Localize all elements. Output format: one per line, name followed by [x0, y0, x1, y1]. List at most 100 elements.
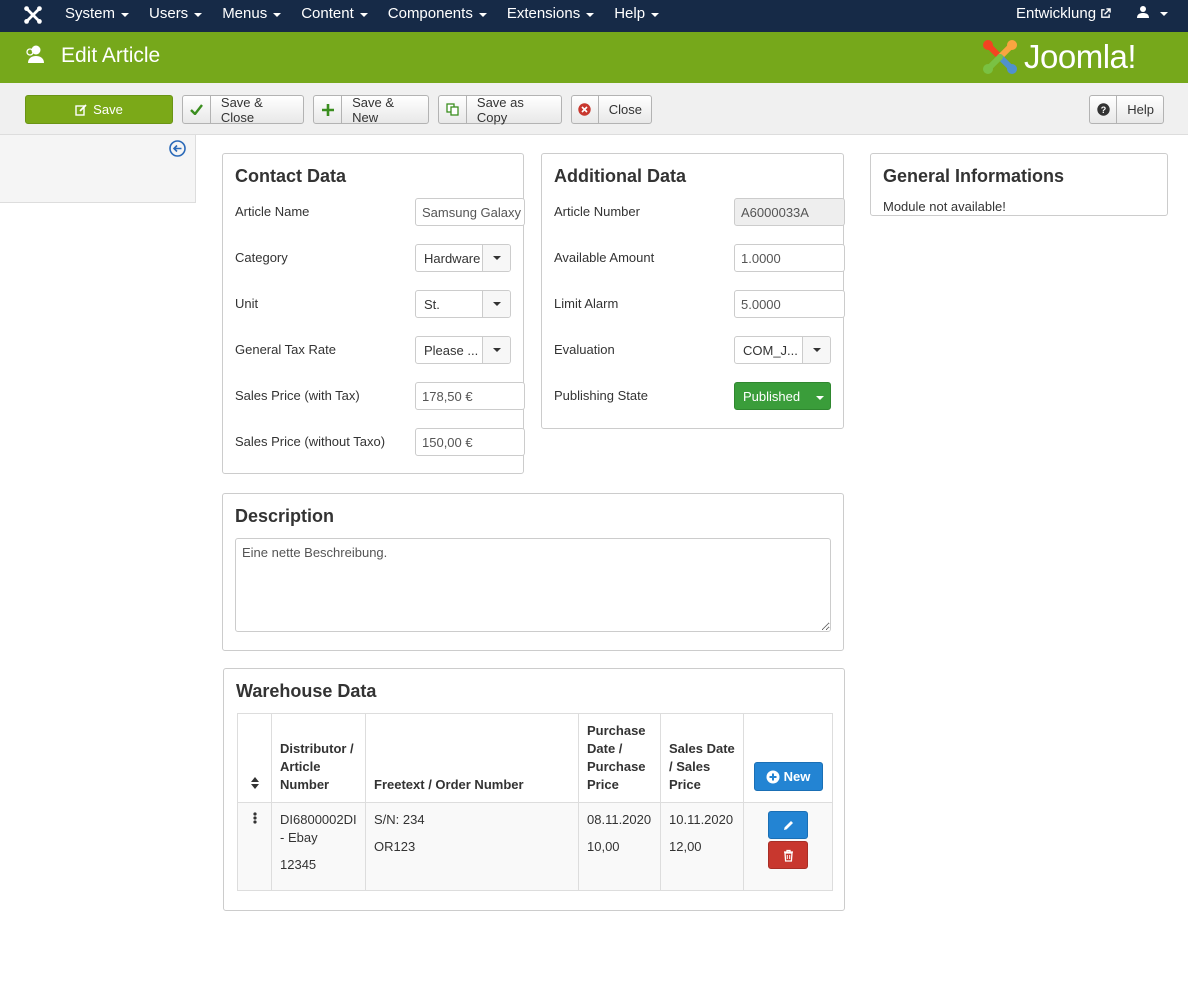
limit-alarm-label: Limit Alarm [554, 295, 619, 311]
publishing-state-select[interactable]: Published [734, 382, 831, 410]
plus-icon [314, 96, 343, 123]
page-title: Edit Article [61, 44, 161, 67]
menu-components[interactable]: Components [378, 0, 497, 27]
sales-date-value: 10.11.2020 [669, 812, 734, 827]
toolbar: Save Save & Close Save & New Save as Cop… [0, 83, 1188, 135]
caret-down-icon [273, 13, 282, 17]
caret-down-icon [651, 13, 660, 17]
site-link[interactable]: Entwicklung [1016, 0, 1111, 27]
joomla-brand: Joomla! [980, 37, 1137, 77]
sales-cell: 10.11.2020 12,00 [660, 802, 744, 891]
tax-rate-select[interactable]: Please ... [415, 336, 511, 364]
joomla-logo-icon[interactable] [22, 4, 44, 26]
actions-header: New [743, 713, 833, 803]
evaluation-select[interactable]: COM_J... [734, 336, 831, 364]
price-with-tax-label: Sales Price (with Tax) [235, 387, 360, 403]
category-select[interactable]: Hardware [415, 244, 511, 272]
page-header: Edit Article Joomla! [0, 32, 1188, 83]
purchase-header: Purchase Date / Purchase Price [578, 713, 661, 803]
save-button[interactable]: Save [25, 95, 173, 124]
close-circle-icon [572, 96, 599, 123]
publishing-state-label: Publishing State [554, 387, 648, 403]
available-amount-input[interactable]: 1.0000 [734, 244, 845, 272]
trash-icon [783, 849, 793, 862]
general-info-panel: General Informations Module not availabl… [870, 153, 1168, 216]
sort-column[interactable] [237, 713, 272, 803]
menu-extensions[interactable]: Extensions [497, 0, 604, 27]
chevron-down-icon [482, 337, 510, 363]
save-close-button[interactable]: Save & Close [182, 95, 304, 125]
help-button[interactable]: ? Help [1089, 95, 1164, 124]
sidebar-collapse-icon[interactable] [169, 140, 186, 157]
joomla-brand-icon [983, 40, 1017, 74]
menu-help[interactable]: Help [604, 0, 669, 27]
question-circle-icon: ? [1090, 96, 1118, 123]
menu-system[interactable]: System [55, 0, 139, 27]
description-textarea[interactable] [235, 538, 831, 632]
menu-content[interactable]: Content [291, 0, 378, 27]
distributor-cell: DI6800002DI - Ebay 12345 [271, 802, 366, 891]
category-label: Category [235, 249, 288, 265]
general-info-message: Module not available! [883, 198, 1006, 214]
caret-down-icon [478, 13, 487, 17]
drag-handle-icon [252, 812, 257, 824]
sales-price-value: 12,00 [669, 839, 702, 854]
sidebar [0, 135, 196, 203]
edit-row-button[interactable] [768, 811, 808, 839]
plus-circle-icon [766, 770, 780, 783]
save-copy-button[interactable]: Save as Copy [438, 95, 562, 125]
article-number-label: Article Number [554, 203, 640, 219]
user-menu[interactable] [1136, 5, 1168, 19]
chevron-down-icon [802, 337, 830, 363]
caret-down-icon [586, 13, 595, 17]
copy-icon [439, 96, 467, 123]
save-new-button[interactable]: Save & New [313, 95, 429, 125]
chevron-down-icon [482, 291, 510, 317]
order-number-value: OR123 [374, 839, 416, 854]
users-icon [26, 45, 44, 63]
external-link-icon [1101, 8, 1111, 18]
price-without-tax-input[interactable]: 150,00 € [415, 428, 525, 456]
freetext-header: Freetext / Order Number [365, 713, 579, 803]
warehouse-table: Distributor / Article Number Freetext / … [237, 713, 833, 891]
edit-icon [75, 96, 87, 123]
delete-row-button[interactable] [768, 841, 808, 869]
article-name-input[interactable]: Samsung Galaxy [415, 198, 525, 226]
caret-down-icon [121, 13, 130, 17]
purchase-price-value: 10,00 [587, 839, 620, 854]
menu-menus[interactable]: Menus [212, 0, 291, 27]
top-navbar: System Users Menus Content Components Ex… [0, 0, 1188, 32]
evaluation-label: Evaluation [554, 341, 615, 357]
check-icon [183, 96, 211, 123]
user-icon [1137, 6, 1149, 18]
warehouse-panel: Warehouse Data Distributor / Article Num… [223, 668, 845, 911]
chevron-down-icon [804, 393, 830, 400]
pencil-icon [783, 820, 793, 830]
freetext-cell: S/N: 234 OR123 [365, 802, 579, 891]
article-number-value: 12345 [280, 857, 317, 872]
tax-rate-label: General Tax Rate [235, 341, 336, 357]
sort-icon [250, 777, 259, 789]
price-without-tax-label: Sales Price (without Taxo) [235, 433, 386, 449]
caret-down-icon [359, 13, 368, 17]
distributor-value: DI6800002DI - Ebay [280, 812, 357, 845]
unit-select[interactable]: St. [415, 290, 511, 318]
distributor-header: Distributor / Article Number [271, 713, 366, 803]
table-header-row: Distributor / Article Number Freetext / … [237, 713, 833, 803]
warehouse-title: Warehouse Data [236, 681, 377, 701]
main-menu: System Users Menus Content Components Ex… [55, 0, 669, 32]
menu-users[interactable]: Users [139, 0, 212, 27]
drag-handle[interactable] [237, 802, 272, 891]
chevron-down-icon [482, 245, 510, 271]
caret-down-icon [194, 13, 203, 17]
description-panel: Description [222, 493, 844, 651]
limit-alarm-input[interactable]: 5.0000 [734, 290, 845, 318]
article-number-input: A6000033A [734, 198, 845, 226]
new-button[interactable]: New [753, 762, 823, 791]
close-button[interactable]: Close [571, 95, 652, 124]
purchase-cell: 08.11.2020 10,00 [578, 802, 661, 891]
actions-cell [743, 802, 833, 891]
price-with-tax-input[interactable]: 178,50 € [415, 382, 525, 410]
table-row: DI6800002DI - Ebay 12345 S/N: 234 OR123 … [237, 802, 833, 891]
additional-data-panel: Additional Data Article Number A6000033A… [541, 153, 845, 429]
